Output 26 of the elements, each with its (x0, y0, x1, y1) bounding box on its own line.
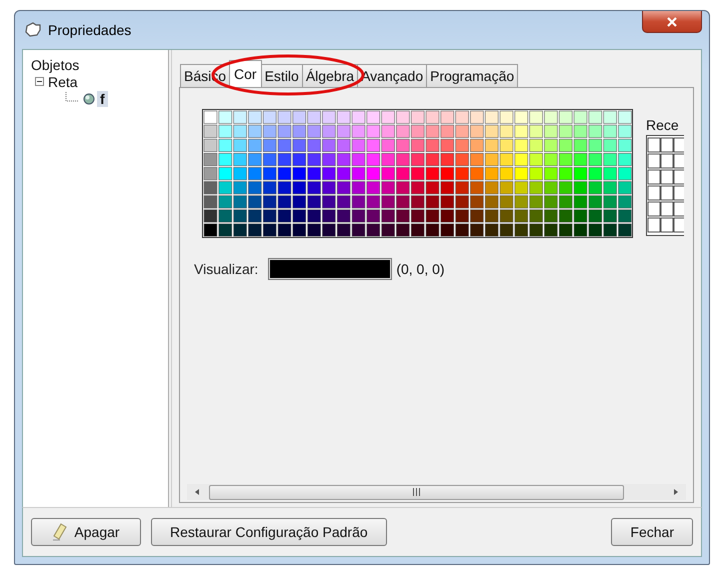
grip-icon (412, 488, 421, 496)
dialog-button[interactable]: Restaurar Configuração Padrão (151, 518, 387, 546)
collapse-icon[interactable] (35, 77, 44, 86)
color-palette-drawing[interactable] (202, 109, 633, 238)
tab[interactable]: Programação (426, 64, 518, 87)
close-button[interactable] (642, 11, 702, 33)
scroll-left-icon[interactable] (193, 488, 201, 496)
scroll-right-icon[interactable] (672, 488, 680, 496)
globe-icon (83, 92, 95, 104)
dialog-button[interactable]: Fechar (611, 518, 693, 546)
tab[interactable]: Cor (229, 60, 262, 87)
recent-colors-label: Rece (646, 117, 680, 133)
tree-item[interactable]: Objetos (31, 56, 80, 72)
tree-item[interactable]: f (97, 90, 108, 106)
horizontal-scrollbar[interactable] (187, 484, 686, 500)
window-title: Propriedades (48, 22, 132, 38)
tree-item[interactable]: Reta (48, 74, 78, 90)
tab[interactable]: Álgebra (302, 64, 358, 87)
tab[interactable]: Estilo (260, 64, 303, 87)
recent-colors-grid-drawing[interactable] (646, 135, 684, 236)
close-icon (666, 16, 678, 26)
eraser-icon (52, 523, 68, 541)
preview-label: Visualizar: (194, 261, 258, 277)
dialog-button[interactable]: Apagar (31, 518, 141, 546)
rgb-value: (0, 0, 0) (396, 261, 445, 277)
scroll-thumb[interactable] (209, 484, 624, 500)
